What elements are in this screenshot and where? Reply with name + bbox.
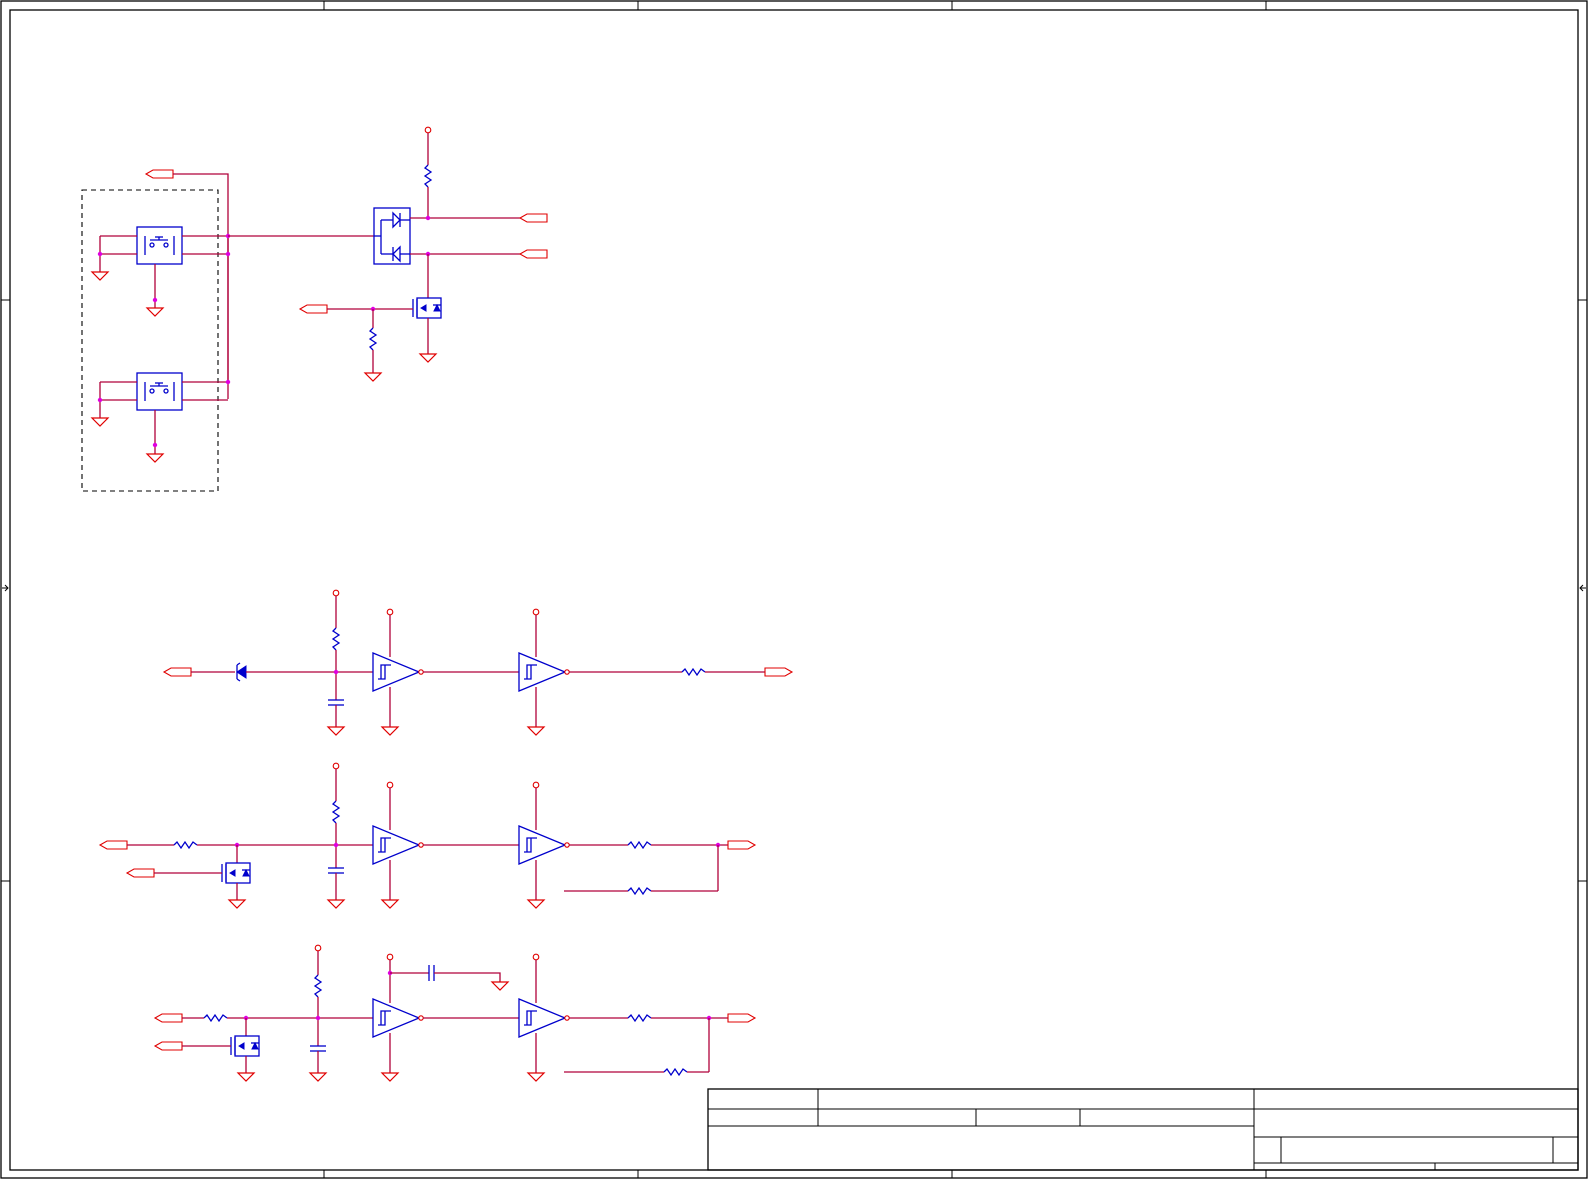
resistor	[331, 627, 341, 651]
input-port-arrow	[125, 868, 155, 878]
power-supply-icon	[314, 944, 322, 952]
power-supply-icon	[532, 608, 540, 616]
schmitt-buffer	[372, 652, 424, 692]
resistor	[331, 800, 341, 824]
power-supply-icon	[532, 953, 540, 961]
ground-icon	[490, 981, 510, 991]
resistor	[627, 840, 652, 850]
ground-icon	[326, 726, 346, 736]
zener-diode	[236, 662, 247, 682]
schematic-canvas	[0, 0, 1589, 1180]
output-port-arrow	[764, 667, 794, 677]
power-supply-icon	[332, 762, 340, 770]
pushbutton-section	[81, 126, 548, 492]
ground-icon	[227, 899, 247, 909]
input-chain-1	[162, 589, 794, 736]
title-block	[707, 1088, 1579, 1171]
ground-icon	[418, 353, 438, 363]
dual-diode	[373, 207, 411, 265]
resistor	[627, 886, 652, 896]
ground-icon	[380, 726, 400, 736]
power-supply-icon	[424, 126, 432, 134]
pushbutton-switch-1	[136, 226, 183, 265]
drawing-frame	[0, 0, 1588, 1179]
power-supply-icon	[386, 953, 394, 961]
output-port-arrow	[518, 249, 548, 259]
output-port-arrow	[144, 169, 174, 179]
power-supply-icon	[532, 781, 540, 789]
ground-icon	[363, 372, 383, 382]
input-chain-3	[153, 944, 757, 1082]
ground-icon	[526, 899, 546, 909]
ground-icon	[236, 1072, 256, 1082]
resistor	[681, 667, 706, 677]
pushbutton-switch-2	[136, 372, 183, 411]
ground-icon	[326, 899, 346, 909]
output-port-arrow	[727, 1013, 757, 1023]
ground-icon	[90, 271, 110, 281]
output-port-arrow	[518, 213, 548, 223]
schmitt-buffer	[372, 998, 424, 1038]
n-mosfet	[230, 1035, 260, 1057]
power-supply-icon	[332, 589, 340, 597]
input-port-arrow	[153, 1041, 183, 1051]
switch-enclosure-outline	[81, 189, 219, 492]
resistor	[423, 164, 433, 188]
resistor	[203, 1013, 228, 1023]
ground-icon	[526, 1072, 546, 1082]
power-supply-icon	[386, 781, 394, 789]
schmitt-buffer	[518, 998, 570, 1038]
input-port-arrow	[162, 667, 192, 677]
ground-icon	[145, 453, 165, 463]
ground-icon	[380, 899, 400, 909]
input-port-arrow	[298, 304, 328, 314]
input-port-arrow	[153, 1013, 183, 1023]
n-mosfet	[221, 862, 251, 884]
resistor	[627, 1013, 652, 1023]
resistor	[368, 327, 378, 351]
ground-icon	[145, 307, 165, 317]
output-port-arrow	[727, 840, 757, 850]
input-port-arrow	[98, 840, 128, 850]
input-chain-2	[98, 762, 757, 909]
resistor	[313, 974, 323, 998]
ground-icon	[90, 417, 110, 427]
resistor	[663, 1067, 688, 1077]
ground-icon	[308, 1072, 328, 1082]
resistor	[173, 840, 198, 850]
schmitt-buffer	[518, 652, 570, 692]
ground-icon	[526, 726, 546, 736]
n-mosfet	[412, 297, 442, 319]
ground-icon	[380, 1072, 400, 1082]
power-supply-icon	[386, 608, 394, 616]
schematic-drawing	[0, 0, 1588, 1179]
schmitt-buffer	[518, 825, 570, 865]
schmitt-buffer	[372, 825, 424, 865]
